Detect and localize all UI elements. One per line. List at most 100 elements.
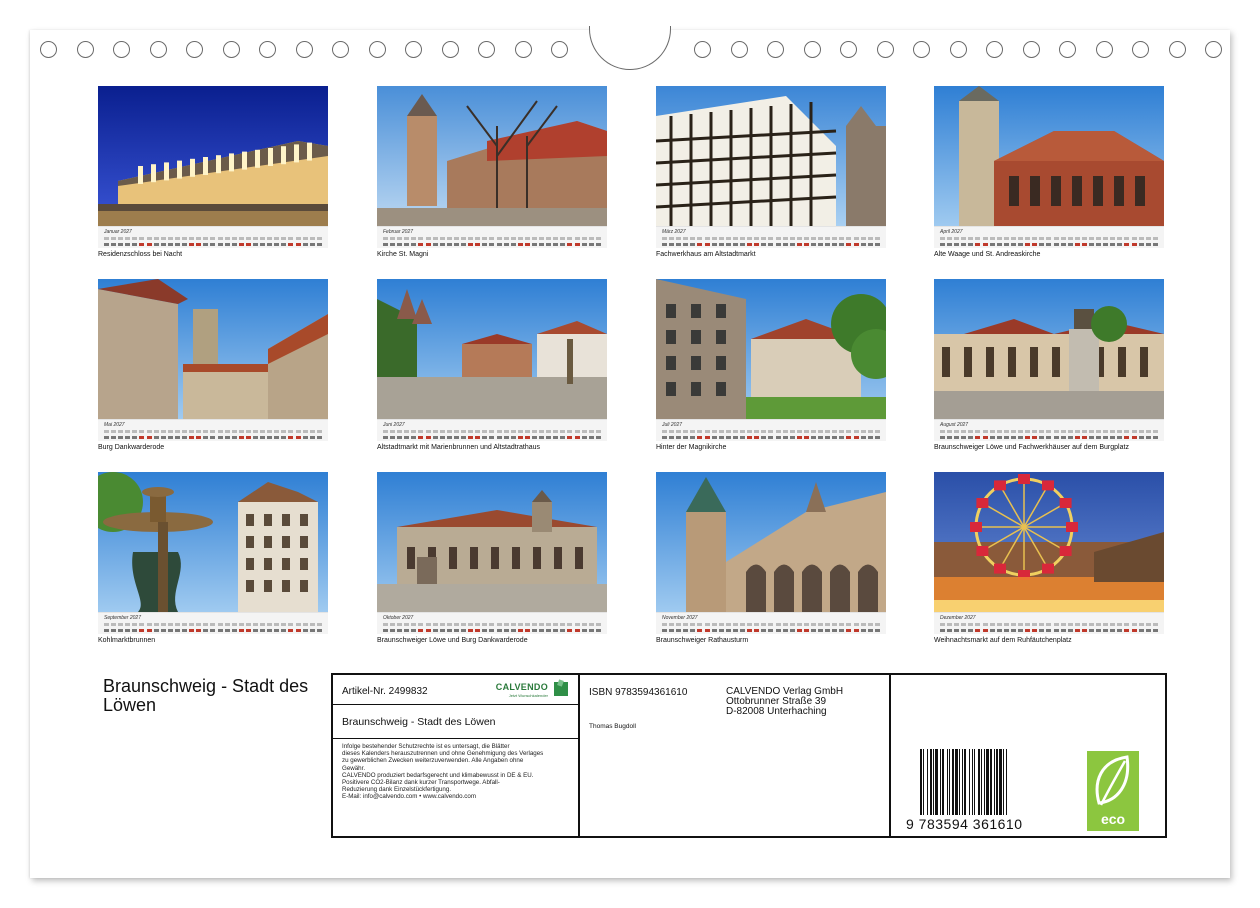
legal-line: dieses Kalenders herauszutrennen und ohn… bbox=[342, 750, 544, 758]
binding-hole bbox=[186, 41, 203, 58]
weekday-row bbox=[104, 237, 322, 242]
month-caption: Braunschweiger Löwe und Fachwerkhäuser a… bbox=[934, 444, 1129, 451]
month-calendar-strip: Oktober 2027 bbox=[377, 612, 607, 634]
binding-hole bbox=[1059, 41, 1076, 58]
month-photo bbox=[377, 279, 607, 419]
month-label: Februar 2027 bbox=[383, 229, 414, 235]
month-tile: September 2027 Kohlmarktbrunnen bbox=[98, 472, 328, 646]
day-number-row bbox=[940, 436, 1158, 441]
month-tile: Oktober 2027 Braunschweiger Löwe und Burg… bbox=[377, 472, 607, 646]
hanger-cutout bbox=[589, 26, 671, 70]
month-caption: Kirche St. Magni bbox=[377, 251, 429, 258]
month-photo bbox=[934, 86, 1164, 226]
binding-hole bbox=[259, 41, 276, 58]
calvendo-logo-subtitle: Jetzt Wunschkalender bbox=[508, 693, 548, 698]
binding-hole bbox=[222, 41, 240, 58]
binding-hole bbox=[767, 41, 784, 58]
month-tile: Juli 2027 Hinter der Magnikirche bbox=[656, 279, 886, 453]
eco-label: eco bbox=[1100, 811, 1126, 827]
binding-hole bbox=[1022, 41, 1040, 58]
weekday-row bbox=[383, 430, 601, 435]
binding-hole bbox=[478, 41, 495, 58]
binding-hole bbox=[730, 41, 748, 58]
calvendo-logo-text: CALVENDO bbox=[495, 682, 548, 692]
binding-hole bbox=[840, 41, 857, 58]
leaf-icon bbox=[1095, 755, 1130, 806]
month-calendar-strip: April 2027 bbox=[934, 226, 1164, 248]
month-photo bbox=[934, 472, 1164, 612]
info-column-publisher: ISBN 9783594361610 CALVENDO Verlag GmbH O… bbox=[580, 675, 891, 836]
binding-hole bbox=[694, 41, 711, 58]
day-number-row bbox=[940, 629, 1158, 634]
binding-hole bbox=[949, 41, 967, 58]
binding-hole bbox=[40, 41, 57, 58]
month-tile: Februar 2027 Kirche St. Magni bbox=[377, 86, 607, 260]
weekday-row bbox=[104, 623, 322, 628]
weekday-row bbox=[940, 237, 1158, 242]
weekday-row bbox=[940, 430, 1158, 435]
binding-hole bbox=[149, 41, 167, 58]
info-column-barcode: 9 783594 361610 eco bbox=[891, 675, 1167, 836]
month-label: Juli 2027 bbox=[662, 422, 683, 428]
month-calendar-strip: Juli 2027 bbox=[656, 419, 886, 441]
weekday-row bbox=[940, 623, 1158, 628]
weekday-row bbox=[662, 623, 880, 628]
info-column-article: Artikel-Nr. 2499832 CALVENDO Jetzt Wunsc… bbox=[333, 675, 580, 836]
month-label: März 2027 bbox=[662, 229, 686, 235]
month-photo bbox=[656, 86, 886, 226]
month-label: Juni 2027 bbox=[383, 422, 405, 428]
product-info-box: Artikel-Nr. 2499832 CALVENDO Jetzt Wunsc… bbox=[331, 673, 1167, 838]
barcode-icon bbox=[920, 749, 1007, 815]
article-number: Artikel-Nr. 2499832 bbox=[342, 686, 428, 697]
calendar-title: Braunschweig - Stadt des Löwen bbox=[103, 676, 309, 715]
month-photo bbox=[98, 279, 328, 419]
binding-holes bbox=[0, 0, 1260, 80]
month-label: Oktober 2027 bbox=[383, 615, 414, 621]
publisher-address: CALVENDO Verlag GmbH Ottobrunner Straße 3… bbox=[726, 687, 843, 717]
publisher-line: D-82008 Unterhaching bbox=[726, 706, 827, 717]
month-calendar-strip: Juni 2027 bbox=[377, 419, 607, 441]
month-tile: November 2027 Braunschweiger Rathausturm bbox=[656, 472, 886, 646]
month-caption: Fachwerkhaus am Altstadtmarkt bbox=[656, 251, 756, 258]
legal-line: Infolge bestehender Schutzrechte ist es … bbox=[342, 743, 510, 750]
legal-line: E-Mail: info@calvendo.com • www.calvendo… bbox=[342, 793, 476, 801]
barcode-digits: 9 783594 361610 bbox=[906, 816, 1023, 832]
month-tile: August 2027 Braunschweiger Löwe und Fachw… bbox=[934, 279, 1164, 453]
binding-hole bbox=[1132, 41, 1149, 58]
month-caption: Burg Dankwarderode bbox=[98, 444, 165, 451]
month-label: September 2027 bbox=[104, 615, 141, 621]
month-label: Dezember 2027 bbox=[940, 615, 976, 621]
month-caption: Weihnachtsmarkt auf dem Ruhfäutchenplatz bbox=[934, 637, 1072, 644]
calvendo-mark-icon bbox=[554, 682, 568, 696]
binding-hole bbox=[514, 41, 532, 58]
month-photo bbox=[934, 279, 1164, 419]
binding-hole bbox=[405, 41, 422, 58]
month-calendar-strip: März 2027 bbox=[656, 226, 886, 248]
binding-hole bbox=[76, 41, 94, 58]
day-number-row bbox=[104, 436, 322, 441]
day-number-row bbox=[383, 629, 601, 634]
weekday-row bbox=[383, 623, 601, 628]
legal-line: Gewähr. bbox=[342, 764, 366, 772]
month-caption: Alte Waage und St. Andreaskirche bbox=[934, 251, 1041, 258]
month-tile: März 2027 Fachwerkhaus am Altstadtmarkt bbox=[656, 86, 886, 260]
weekday-row bbox=[104, 430, 322, 435]
month-caption: Kohlmarktbrunnen bbox=[98, 637, 156, 644]
binding-hole bbox=[876, 41, 894, 58]
binding-hole bbox=[332, 41, 349, 58]
eco-badge: eco bbox=[1087, 751, 1139, 831]
calvendo-logo: CALVENDO Jetzt Wunschkalender bbox=[495, 680, 568, 700]
month-caption: Braunschweiger Rathausturm bbox=[656, 637, 749, 644]
weekday-row bbox=[662, 237, 880, 242]
legal-line: CALVENDO produziert bedarfsgerecht und k… bbox=[342, 771, 534, 779]
month-photo bbox=[377, 472, 607, 612]
binding-hole bbox=[368, 41, 386, 58]
month-label: November 2027 bbox=[662, 615, 698, 621]
isbn: ISBN 9783594361610 bbox=[589, 687, 688, 698]
weekday-row bbox=[383, 237, 601, 242]
article-row: Artikel-Nr. 2499832 CALVENDO Jetzt Wunsc… bbox=[333, 675, 578, 705]
month-label: Januar 2027 bbox=[104, 229, 132, 235]
binding-hole bbox=[913, 41, 930, 58]
month-calendar-strip: Januar 2027 bbox=[98, 226, 328, 248]
month-caption: Braunschweiger Löwe und Burg Dankwardero… bbox=[377, 637, 528, 644]
